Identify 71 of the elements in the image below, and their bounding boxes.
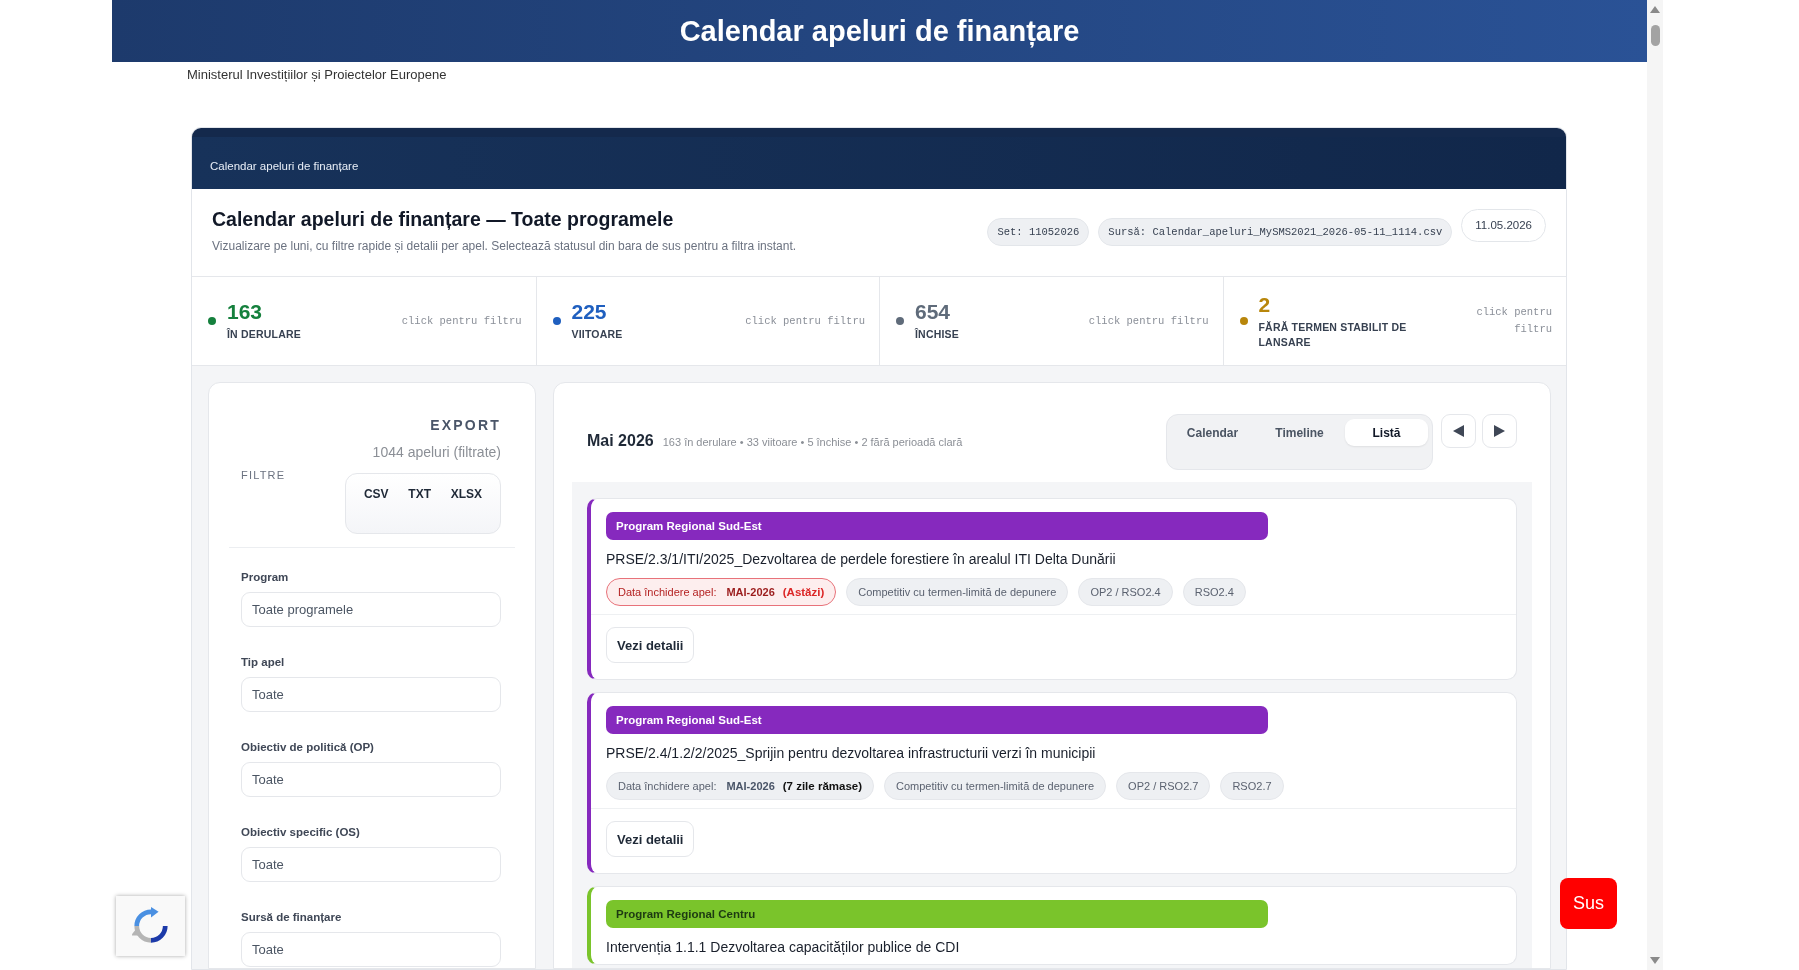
- status-filter-card[interactable]: 225 VIITOARE click pentru filtru: [535, 277, 879, 365]
- call-title: PRSE/2.4/1.2/2/2025_Sprijin pentru dezvoltarea infrastructurii verzi în municipii: [606, 744, 1097, 762]
- status-filter-card[interactable]: 654 ÎNCHISE click pentru filtru: [879, 277, 1223, 365]
- call-tag: RSO2.4: [1182, 578, 1246, 606]
- call-title: PRSE/2.3/1/ITI/2025_Dezvoltarea de perdele forestiere în arealul ITI Delta Dunării: [606, 550, 1117, 568]
- call-tag: OP2 / RSO2.4: [1078, 578, 1173, 606]
- view-tab[interactable]: Listă: [1345, 419, 1428, 446]
- banner-title: Calendar apeluri de finanțare: [210, 159, 359, 173]
- filter-select[interactable]: Toate: [241, 677, 501, 712]
- scroll-down-icon[interactable]: [1650, 957, 1660, 964]
- month-title: Mai 2026: [587, 431, 654, 451]
- filter-label: Obiectiv de politică (OP): [241, 740, 375, 754]
- next-button[interactable]: [1482, 414, 1517, 448]
- details-button[interactable]: Vezi detalii: [606, 821, 695, 857]
- call-tag: OP2 / RSO2.7: [1116, 772, 1211, 800]
- filter-select[interactable]: Toate: [241, 762, 501, 797]
- export-format-button[interactable]: TXT: [403, 483, 436, 505]
- filter-select[interactable]: Toate: [241, 932, 501, 967]
- deadline-tag: Data închidere apel: MAI-2026 (Astăzi): [606, 578, 837, 606]
- call-tag: Competitiv cu termen-limită de depunere: [846, 578, 1069, 606]
- dataset-badge: Sursă: Calendar_apeluri_MySMS2021_2026-05-11_1114.csv: [1098, 218, 1453, 246]
- status-count: 225: [571, 300, 608, 324]
- right-triangle-icon: [1494, 425, 1505, 437]
- scrollbar-thumb[interactable]: [1650, 25, 1660, 46]
- left-triangle-icon: [1453, 425, 1464, 437]
- filter-label: Tip apel: [241, 655, 286, 669]
- filter-label: Obiectiv specific (OS): [241, 825, 361, 839]
- filter-hint: click pentru filtru: [1475, 305, 1552, 337]
- month-summary: 163 în derulare • 33 viitoare • 5 închise • 2 fără perioadă clară: [662, 435, 963, 449]
- card-title: Calendar apeluri de finanțare — Toate programele: [212, 207, 675, 231]
- card-description: Vizualizare pe luni, cu filtre rapide și detalii per apel. Selectează statusul din bara de sus pentru a filtra instant.: [212, 239, 797, 254]
- status-count: 163: [227, 300, 264, 324]
- export-format-button[interactable]: XLSX: [445, 483, 488, 505]
- result-count: 1044 apeluri (filtrate): [372, 443, 501, 461]
- status-filter-card[interactable]: 2 FĂRĂ TERMEN STABILIT DE LANSARE click pentru filtru: [1222, 277, 1566, 365]
- status-filter-card[interactable]: 163 ÎN DERULARE click pentru filtru: [192, 277, 536, 365]
- filter-hint: click pentru filtru: [401, 313, 522, 329]
- deadline-tag: Data închidere apel: MAI-2026 (7 zile rămase): [606, 772, 874, 800]
- back-to-top-button[interactable]: Sus: [1560, 878, 1617, 929]
- details-button[interactable]: Vezi detalii: [606, 627, 695, 663]
- ministry-name: Ministerul Investițiilor și Proiectelor Europene: [186, 66, 447, 83]
- scroll-up-icon[interactable]: [1650, 6, 1660, 13]
- call-tag: RSO2.7: [1220, 772, 1284, 800]
- status-label: VIITOARE: [571, 327, 623, 342]
- call-tag: Competitiv cu termen-limită de depunere: [884, 772, 1107, 800]
- filter-hint: click pentru filtru: [745, 313, 865, 329]
- filter-select[interactable]: Toate: [241, 847, 501, 882]
- call-title: Intervenția 1.1.1 Dezvoltarea capacităților publice de CDI: [606, 938, 961, 956]
- program-bar: Program Regional Sud-Est: [606, 706, 1269, 734]
- program-bar: Program Regional Centru: [606, 900, 1269, 928]
- program-bar: Program Regional Sud-Est: [606, 512, 1269, 540]
- date-badge: 11.05.2026: [1461, 209, 1546, 242]
- scrollbar[interactable]: [1647, 0, 1663, 970]
- view-tab[interactable]: Timeline: [1258, 419, 1341, 446]
- status-count: 2: [1258, 292, 1272, 317]
- filter-label: Program: [241, 570, 290, 584]
- previous-button[interactable]: [1441, 414, 1476, 448]
- status-label: ÎNCHISE: [915, 327, 959, 342]
- status-label: ÎN DERULARE: [227, 327, 301, 342]
- status-label: FĂRĂ TERMEN STABILIT DE LANSARE: [1258, 319, 1408, 350]
- circular-arrows-icon: [116, 896, 185, 956]
- dataset-badge: Set: 11052026: [987, 218, 1090, 246]
- filter-hint: click pentru filtru: [1088, 313, 1209, 329]
- export-format-button[interactable]: CSV: [358, 483, 394, 505]
- filter-label: Sursă de finanțare: [241, 910, 343, 924]
- view-tab[interactable]: Calendar: [1171, 419, 1254, 446]
- page-title: Calendar apeluri de finanțare: [679, 14, 1080, 48]
- status-count: 654: [915, 300, 952, 324]
- filters-heading: FILTRE: [241, 468, 286, 482]
- export-heading: EXPORT: [430, 416, 501, 434]
- filter-select[interactable]: Toate programele: [241, 592, 501, 627]
